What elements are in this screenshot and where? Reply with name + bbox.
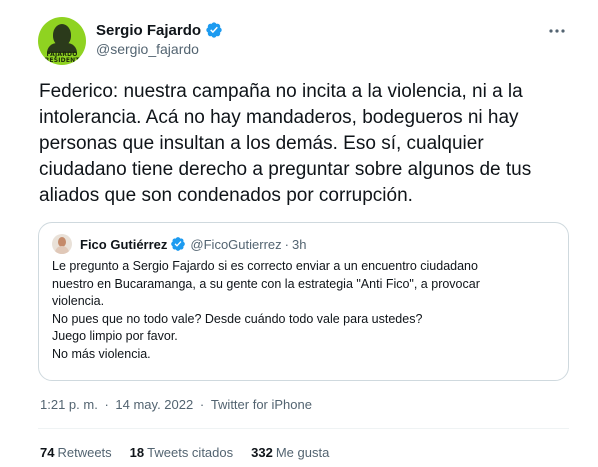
quoted-handle[interactable]: @FicoGutierrez <box>190 237 281 252</box>
likes-label: Me gusta <box>275 445 330 460</box>
quoted-author-avatar[interactable] <box>52 234 72 254</box>
quoted-separator: · <box>284 236 289 252</box>
author-display-name[interactable]: Sergio Fajardo <box>96 22 201 39</box>
quoted-avatar-body <box>55 246 69 254</box>
retweets-label: Retweets <box>57 445 112 460</box>
tweet-card: FAJARDO PRESIDENTE Sergio Fajardo @sergio… <box>0 0 598 467</box>
avatar-logo-text: FAJARDO PRESIDENTE <box>40 51 84 64</box>
likes-stat[interactable]: 332 Me gusta <box>251 445 329 460</box>
quote-tweets-count: 18 <box>129 445 145 460</box>
quoted-text-line: No más violencia. <box>52 346 151 361</box>
quoted-text-line: nuestro en Bucaramanga, a su gente con l… <box>52 276 480 291</box>
tweet-date[interactable]: 14 may. 2022 <box>115 397 193 412</box>
quoted-text-line: Juego limpio por favor. <box>52 329 178 344</box>
more-options-icon[interactable] <box>547 23 567 33</box>
tweet-source[interactable]: Twitter for iPhone <box>211 397 312 412</box>
quoted-text: Le pregunto a Sergio Fajardo si es corre… <box>52 258 557 364</box>
quoted-display-name[interactable]: Fico Gutiérrez <box>80 237 167 252</box>
tweet-time[interactable]: 1:21 p. m. <box>40 397 98 412</box>
quoted-text-line: violencia. <box>52 294 105 309</box>
verified-badge-icon <box>170 236 186 252</box>
meta-separator: · <box>104 397 109 412</box>
quoted-header: Fico Gutiérrez @FicoGutierrez · 3h <box>80 234 306 254</box>
quoted-time[interactable]: 3h <box>292 237 306 252</box>
retweets-count: 74 <box>40 445 55 460</box>
stats-divider <box>38 428 569 429</box>
tweet-meta: 1:21 p. m. · 14 may. 2022 · Twitter for … <box>40 397 312 412</box>
meta-separator: · <box>199 397 205 412</box>
author-name-row: Sergio Fajardo <box>96 20 223 40</box>
author-avatar[interactable]: FAJARDO PRESIDENTE <box>38 17 86 65</box>
likes-count: 332 <box>251 445 273 460</box>
quote-tweets-stat[interactable]: 18 Tweets citados <box>130 445 233 460</box>
quoted-text-line: No pues que no todo vale? Desde cuándo t… <box>52 311 423 326</box>
author-handle[interactable]: @sergio_fajardo <box>96 41 199 57</box>
quoted-tweet[interactable]: Fico Gutiérrez @FicoGutierrez · 3h Le pr… <box>38 222 569 381</box>
quoted-text-line: Le pregunto a Sergio Fajardo si es corre… <box>52 259 478 273</box>
tweet-text: Federico: nuestra campaña no incita a la… <box>39 81 532 206</box>
retweets-stat[interactable]: 74 Retweets <box>40 445 112 460</box>
quote-tweets-label: Tweets citados <box>147 445 234 460</box>
verified-badge-icon <box>205 21 223 39</box>
tweet-stats: 74 Retweets 18 Tweets citados 332 Me gusta <box>40 445 347 460</box>
